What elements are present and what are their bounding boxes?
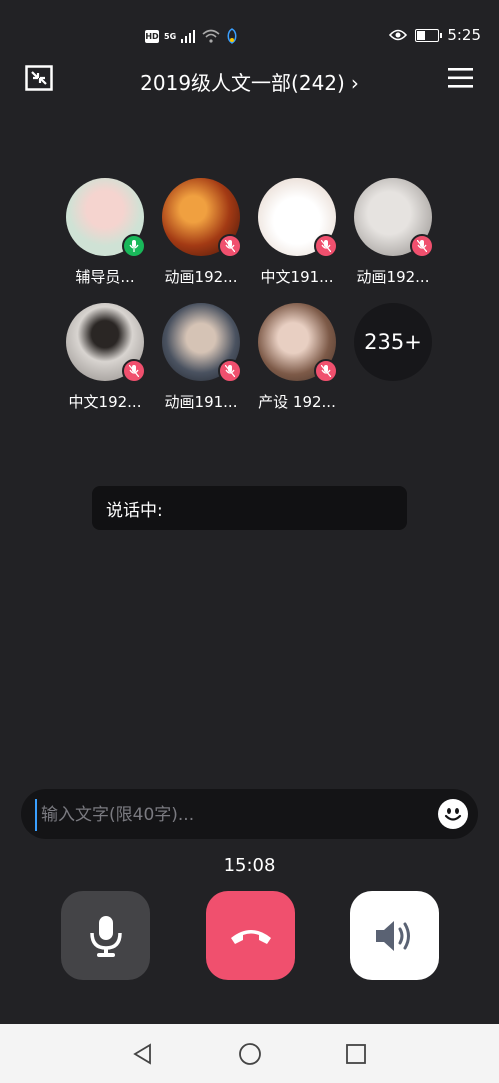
speaker-button[interactable] xyxy=(350,891,439,980)
call-timer: 15:08 xyxy=(223,855,276,876)
status-right: 5:25 xyxy=(389,26,481,44)
phone-hangup-icon xyxy=(230,929,271,944)
message-input[interactable] xyxy=(35,799,433,831)
mic-muted-badge-icon xyxy=(410,234,434,258)
avatar xyxy=(66,178,146,258)
wifi-icon xyxy=(202,29,220,43)
member-item[interactable]: 中文191... xyxy=(249,178,345,287)
member-name: 中文191... xyxy=(260,268,334,286)
mic-muted-badge-icon xyxy=(218,234,242,258)
group-title-text: 2019级人文一部(242) xyxy=(140,71,345,95)
battery-icon xyxy=(415,28,443,42)
member-name: 产设 192... xyxy=(258,393,336,411)
signal-icon xyxy=(181,29,196,43)
avatar xyxy=(258,303,338,383)
clock: 5:25 xyxy=(447,26,481,44)
hd-badge: HD xyxy=(145,29,159,43)
member-item[interactable]: 动画192... xyxy=(345,178,441,287)
app-notification-icon xyxy=(227,28,237,44)
mic-muted-badge-icon xyxy=(314,359,338,383)
system-nav-bar xyxy=(0,1024,499,1083)
more-members-count: 235+ xyxy=(354,303,432,381)
member-item[interactable]: 辅导员... xyxy=(57,178,153,287)
member-name: 动画192... xyxy=(356,268,430,286)
mic-muted-badge-icon xyxy=(314,234,338,258)
member-item[interactable]: 中文192... xyxy=(57,303,153,412)
back-button[interactable] xyxy=(131,1042,155,1066)
mic-muted-badge-icon xyxy=(218,359,242,383)
member-name: 中文192... xyxy=(68,393,142,411)
speaker-icon xyxy=(375,920,410,951)
speaking-indicator: 说话中: xyxy=(92,486,407,530)
menu-button[interactable] xyxy=(448,67,473,89)
member-name: 辅导员... xyxy=(75,268,135,286)
hamburger-menu-icon xyxy=(448,68,473,88)
avatar xyxy=(354,178,434,258)
member-name: 动画192... xyxy=(164,268,238,286)
recents-square-icon xyxy=(346,1044,366,1064)
avatar xyxy=(162,178,242,258)
more-members-button[interactable]: 235+ xyxy=(345,303,441,381)
group-title[interactable]: 2019级人文一部(242) › xyxy=(0,67,499,96)
member-item[interactable]: 动画191... xyxy=(153,303,249,412)
home-circle-icon xyxy=(239,1043,261,1065)
member-item[interactable]: 动画192... xyxy=(153,178,249,287)
chevron-right-icon: › xyxy=(350,71,359,95)
member-item[interactable]: 产设 192... xyxy=(249,303,345,412)
avatar xyxy=(162,303,242,383)
speaking-label: 说话中: xyxy=(106,500,163,521)
network-label: 5G xyxy=(164,31,177,41)
member-name: 动画191... xyxy=(164,393,238,411)
avatar xyxy=(258,178,338,258)
hang-up-button[interactable] xyxy=(206,891,295,980)
call-header: 2019级人文一部(242) › xyxy=(0,58,499,102)
eye-icon xyxy=(389,29,408,41)
status-left: HD 5G xyxy=(145,28,239,44)
recents-button[interactable] xyxy=(344,1042,368,1066)
microphone-button[interactable] xyxy=(61,891,150,980)
home-button[interactable] xyxy=(238,1042,262,1066)
mic-muted-badge-icon xyxy=(122,359,146,383)
message-input-bar xyxy=(21,789,478,839)
emoji-button[interactable] xyxy=(438,799,468,829)
smiley-icon xyxy=(444,808,462,821)
mic-on-badge-icon xyxy=(122,234,146,258)
microphone-icon xyxy=(89,915,122,957)
avatar xyxy=(66,303,146,383)
back-triangle-icon xyxy=(133,1043,151,1065)
